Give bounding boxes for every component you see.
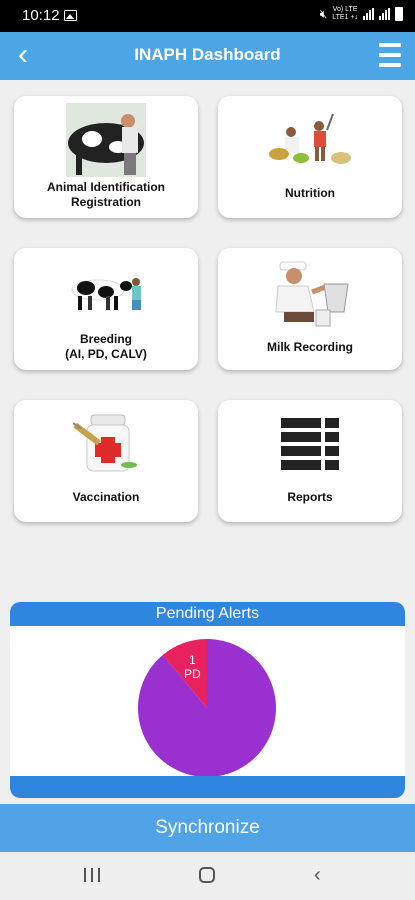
- page-title: INAPH Dashboard: [134, 45, 281, 64]
- tile-animal-identification[interactable]: Animal Identification Registration: [14, 96, 198, 218]
- battery-icon: [395, 7, 403, 21]
- tile-label: Milk Recording: [266, 340, 353, 354]
- tile-label: Breeding (AI, PD, CALV): [65, 332, 147, 361]
- pending-alerts-panel: Pending Alerts 1PD8VACC: [10, 602, 405, 798]
- tile-label: Reports: [287, 490, 333, 504]
- status-time: 10:12: [22, 7, 60, 24]
- network-indicator: Vo) LTE LTE1 +↓: [332, 6, 358, 21]
- milk-recording-icon: [218, 256, 402, 328]
- system-nav-bar: ‹: [0, 852, 415, 900]
- home-icon[interactable]: [199, 867, 215, 883]
- reports-grid-icon: [218, 408, 402, 480]
- pie-value-label: 1: [189, 653, 196, 667]
- pie-category-label: PD: [184, 667, 201, 681]
- mute-icon: 🔇︎: [319, 6, 328, 21]
- tile-breeding[interactable]: Breeding (AI, PD, CALV): [14, 248, 198, 370]
- status-indicators: 🔇︎ Vo) LTE LTE1 +↓: [320, 6, 403, 22]
- image-notification-icon: [64, 10, 77, 21]
- pending-alerts-footer: [10, 776, 405, 798]
- nav-back-icon[interactable]: ‹: [314, 864, 321, 887]
- cow-breeding-icon: [14, 256, 198, 328]
- signal-icon: [363, 8, 374, 20]
- synchronize-button[interactable]: Synchronize: [0, 804, 415, 852]
- status-bar: 10:12 🔇︎ Vo) LTE LTE1 +↓: [0, 0, 415, 32]
- tile-milk-recording[interactable]: Milk Recording: [218, 248, 402, 370]
- farmer-feed-icon: [218, 104, 402, 176]
- pending-alerts-chart[interactable]: 1PD8VACC: [137, 618, 277, 778]
- tile-label: Nutrition: [285, 186, 335, 200]
- pie-slice-vacc[interactable]: [138, 639, 276, 777]
- recent-apps-icon[interactable]: [84, 868, 100, 882]
- signal-icon-2: [379, 8, 390, 20]
- tile-label: Animal Identification Registration: [46, 180, 165, 209]
- app-bar: ‹ INAPH Dashboard: [0, 32, 415, 80]
- tile-nutrition[interactable]: Nutrition: [218, 96, 402, 218]
- tile-label: Vaccination: [72, 490, 140, 504]
- tile-vaccination[interactable]: Vaccination: [14, 400, 198, 522]
- cow-milking-icon: [14, 103, 198, 177]
- tile-reports[interactable]: Reports: [218, 400, 402, 522]
- vaccine-bottle-icon: [14, 408, 198, 480]
- menu-icon[interactable]: [379, 43, 401, 67]
